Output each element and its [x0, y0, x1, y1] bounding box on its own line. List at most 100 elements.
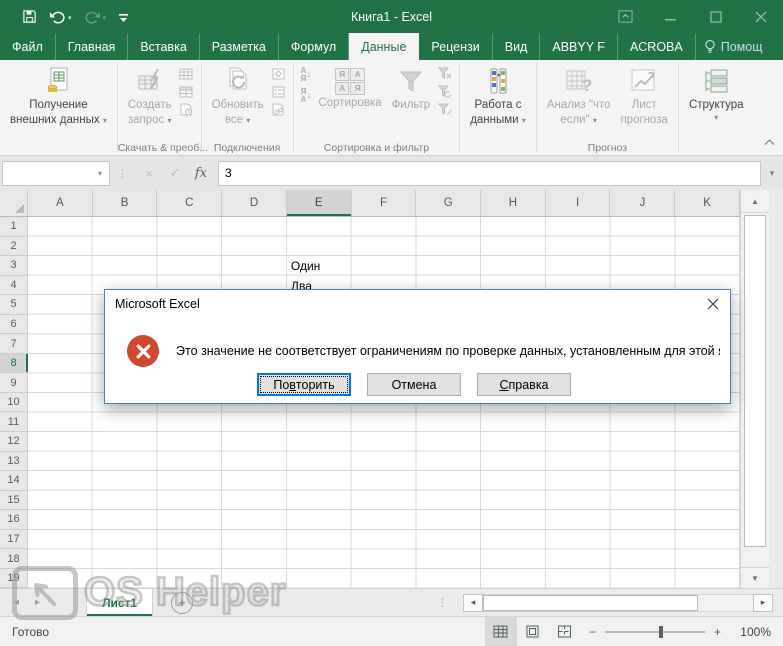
expand-formula-bar-icon[interactable]: ▾ [761, 168, 783, 179]
column-header-K[interactable]: K [675, 190, 740, 216]
get-external-data-button[interactable]: Получение внешних данных ▾ [5, 63, 112, 130]
data-tools-button[interactable]: Работа с данными ▾ [465, 63, 531, 130]
scroll-left-icon[interactable]: ◂ [463, 594, 483, 612]
properties-icon[interactable] [271, 67, 286, 80]
column-header-E[interactable]: E [287, 190, 352, 216]
redo-button[interactable]: ▾ [84, 10, 107, 24]
column-header-B[interactable]: B [93, 190, 158, 216]
horizontal-scroll-track[interactable] [483, 594, 753, 612]
zoom-slider[interactable] [605, 631, 705, 633]
column-header-I[interactable]: I [546, 190, 611, 216]
zoom-slider-handle[interactable] [659, 626, 663, 638]
ribbon-tab-0[interactable]: Файл [0, 33, 56, 60]
horizontal-scrollbar[interactable]: ◂ ▸ [463, 589, 783, 616]
column-header-J[interactable]: J [610, 190, 675, 216]
ribbon-tab-6[interactable]: Рецензи [419, 33, 492, 60]
scroll-up-icon[interactable]: ▲ [741, 190, 769, 213]
next-sheet-icon[interactable]: ▸ [35, 597, 40, 608]
clear-filter-icon[interactable] [437, 67, 452, 80]
sort-ascending-icon[interactable]: АЯ ↓ [301, 67, 312, 83]
ribbon-tab-4[interactable]: Формул [279, 33, 349, 60]
column-header-A[interactable]: A [28, 190, 93, 216]
row-header-2[interactable]: 2 [0, 237, 27, 257]
row-header-5[interactable]: 5 [0, 295, 27, 315]
undo-button[interactable]: ▾ [49, 10, 72, 24]
refresh-all-button[interactable]: Обновить все ▾ [207, 63, 269, 130]
row-header-4[interactable]: 4 [0, 276, 27, 296]
dialog-close-icon[interactable] [696, 290, 730, 317]
ribbon-tab-5[interactable]: Данные [349, 33, 419, 60]
confirm-entry-icon[interactable]: ✓ [162, 165, 188, 181]
redo-dropdown-icon[interactable]: ▾ [103, 14, 107, 24]
filter-button[interactable]: Фильтр [387, 63, 436, 115]
row-header-12[interactable]: 12 [0, 432, 27, 452]
row-header-9[interactable]: 9 [0, 373, 27, 393]
sort-button[interactable]: ЯААЯ Сортировка [313, 63, 386, 113]
ribbon-tab-8[interactable]: ABBYY F [540, 33, 618, 60]
row-header-17[interactable]: 17 [0, 530, 27, 550]
row-header-8[interactable]: 8 [0, 354, 27, 374]
tab-scrollbar-splitter[interactable]: ⋮ [437, 596, 463, 609]
zoom-out-icon[interactable]: − [589, 625, 596, 639]
ribbon-tab-9[interactable]: ACROBA [618, 33, 696, 60]
page-layout-view-button[interactable] [517, 617, 549, 646]
column-header-C[interactable]: C [157, 190, 222, 216]
close-window-icon[interactable] [738, 0, 783, 33]
tell-me-help[interactable]: Помощ [696, 33, 771, 60]
show-queries-icon[interactable] [179, 67, 194, 80]
normal-view-button[interactable] [485, 617, 517, 646]
dialog-button-0[interactable]: Повторить [257, 373, 351, 396]
advanced-filter-icon[interactable] [437, 103, 452, 116]
collapse-ribbon-icon[interactable] [764, 133, 775, 151]
page-break-view-button[interactable] [549, 617, 581, 646]
from-table-icon[interactable] [179, 85, 194, 98]
sort-descending-icon[interactable]: ЯА ↓ [301, 88, 312, 104]
cell-E3[interactable]: Один [291, 259, 320, 273]
cancel-entry-icon[interactable]: × [136, 166, 162, 181]
reapply-filter-icon[interactable] [437, 85, 452, 98]
name-box-dropdown-icon[interactable]: ▾ [91, 169, 109, 178]
row-header-10[interactable]: 10 [0, 393, 27, 413]
undo-dropdown-icon[interactable]: ▾ [68, 14, 72, 24]
ribbon-tab-2[interactable]: Вставка [128, 33, 199, 60]
save-icon[interactable] [22, 9, 37, 24]
row-header-11[interactable]: 11 [0, 412, 27, 432]
scroll-right-icon[interactable]: ▸ [753, 594, 773, 612]
ribbon-tab-3[interactable]: Разметка [200, 33, 279, 60]
maximize-icon[interactable] [693, 0, 738, 33]
sign-in-button[interactable]: Вход [771, 33, 783, 60]
row-header-13[interactable]: 13 [0, 452, 27, 472]
select-all-corner[interactable] [0, 190, 28, 216]
row-header-14[interactable]: 14 [0, 471, 27, 491]
zoom-in-icon[interactable]: + [714, 625, 721, 639]
minimize-icon[interactable] [648, 0, 693, 33]
row-header-6[interactable]: 6 [0, 315, 27, 335]
row-header-1[interactable]: 1 [0, 217, 27, 237]
forecast-sheet-button[interactable]: Лист прогноза [615, 63, 673, 130]
row-header-18[interactable]: 18 [0, 549, 27, 569]
row-header-15[interactable]: 15 [0, 491, 27, 511]
what-if-analysis-button[interactable]: ? Анализ "что если" ▾ [542, 63, 616, 130]
ribbon-tab-7[interactable]: Вид [493, 33, 541, 60]
column-header-G[interactable]: G [416, 190, 481, 216]
column-header-H[interactable]: H [481, 190, 546, 216]
vertical-scroll-thumb[interactable] [744, 215, 766, 547]
customize-qat-button[interactable] [118, 11, 129, 23]
column-header-F[interactable]: F [352, 190, 417, 216]
add-sheet-button[interactable]: + [171, 592, 193, 614]
vertical-scrollbar[interactable]: ▲ ▼ [740, 190, 769, 588]
horizontal-scroll-thumb[interactable] [483, 595, 698, 611]
ribbon-display-options-icon[interactable] [603, 0, 648, 33]
sheet-tab-list1[interactable]: Лист1 [86, 589, 153, 616]
recent-sources-icon[interactable] [179, 103, 194, 116]
dialog-button-1[interactable]: Отмена [367, 373, 461, 396]
insert-function-icon[interactable]: fx [188, 166, 214, 181]
dialog-button-2[interactable]: Справка [477, 373, 571, 396]
prev-sheet-icon[interactable]: ◂ [14, 597, 19, 608]
outline-button[interactable]: Структура ▾ [684, 63, 749, 125]
edit-links-icon[interactable] [271, 103, 286, 116]
scroll-down-icon[interactable]: ▼ [741, 567, 769, 588]
row-header-7[interactable]: 7 [0, 334, 27, 354]
new-query-button[interactable]: Создать запрос ▾ [123, 63, 177, 130]
name-box[interactable]: ▾ [2, 161, 110, 186]
